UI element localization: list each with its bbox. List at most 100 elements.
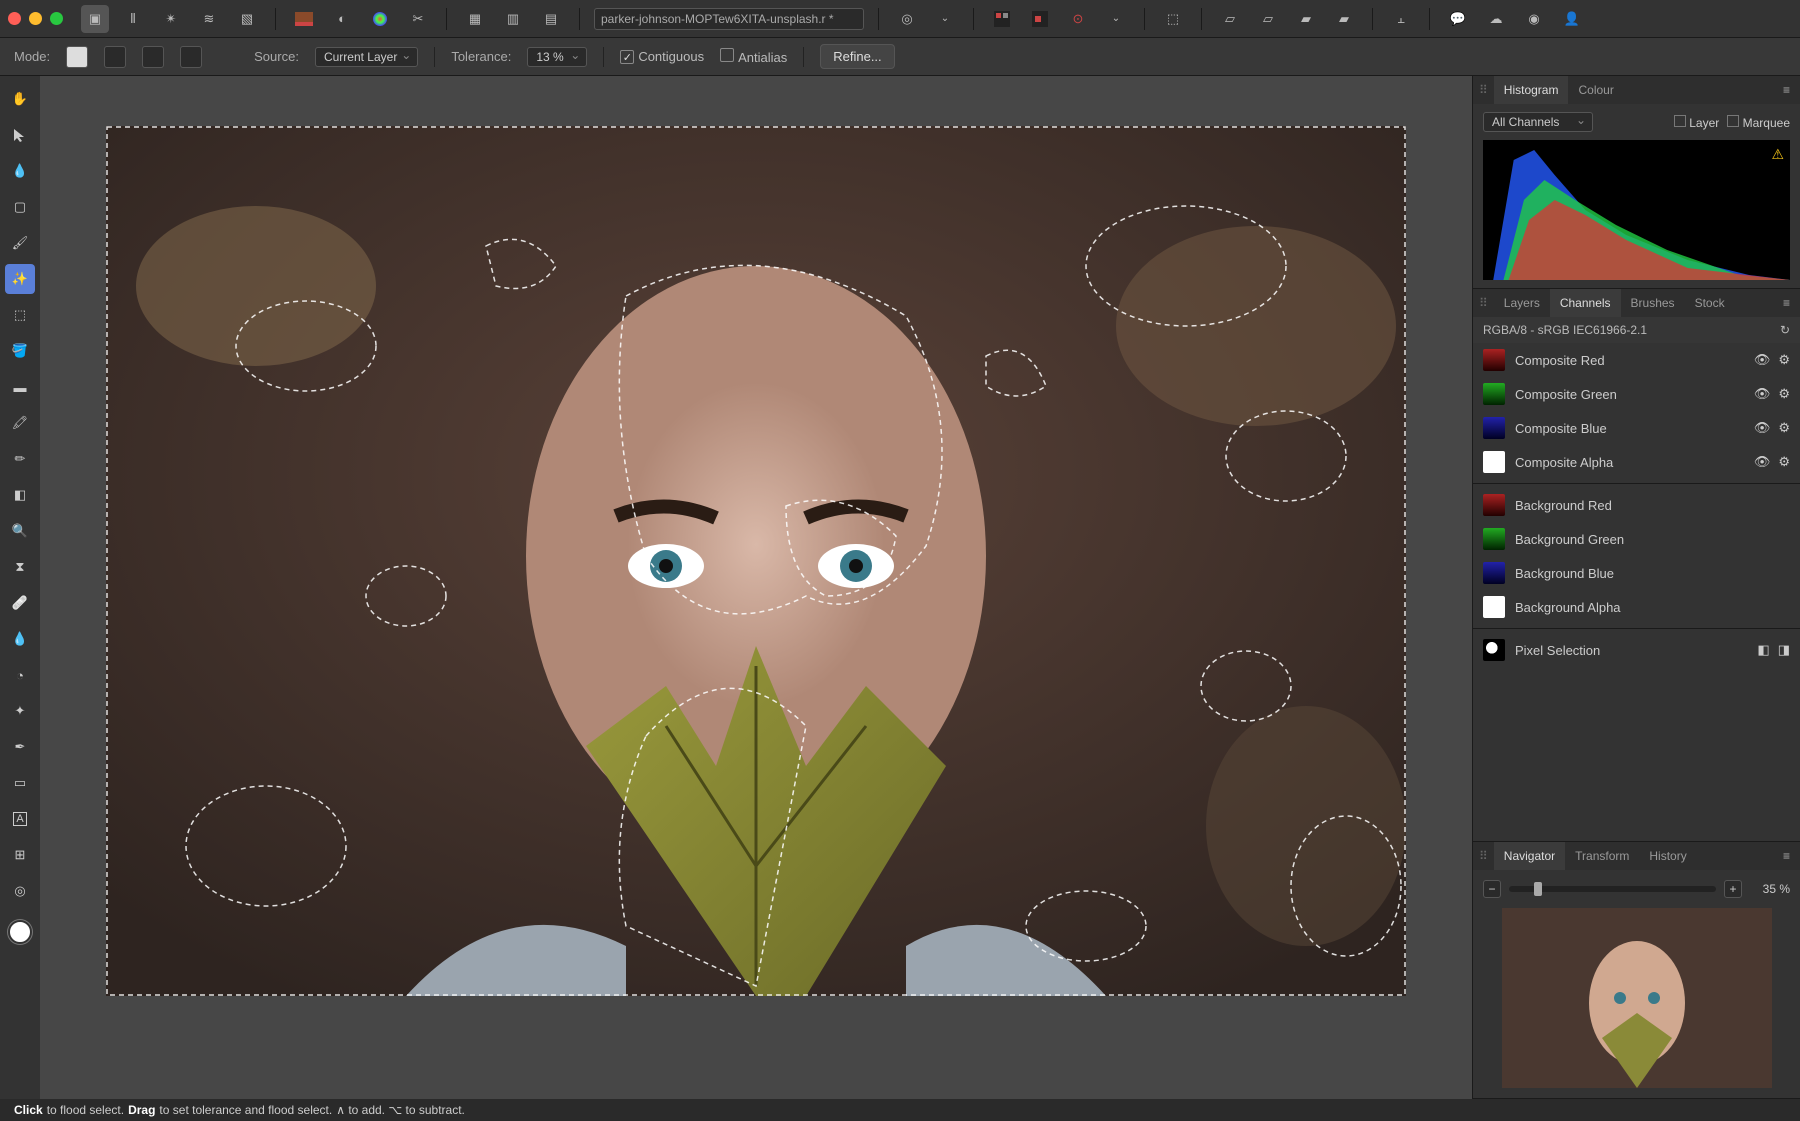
pixel-tool[interactable]: ✏ [5, 444, 35, 474]
channel-row[interactable]: Composite Blue👁⚙ [1473, 411, 1800, 445]
dropdown-icon[interactable]: ⌄ [931, 5, 959, 33]
panel-menu-icon[interactable]: ≡ [1779, 83, 1794, 97]
zoom-out-button[interactable]: − [1483, 880, 1501, 898]
assistant-icon[interactable]: ⬚ [1159, 5, 1187, 33]
edit-icon[interactable]: ⚙ [1778, 454, 1790, 470]
smudge-tool[interactable]: 💧 [5, 624, 35, 654]
mode-new-button[interactable] [66, 46, 88, 68]
tab-layers[interactable]: Layers [1494, 289, 1550, 317]
select-all-icon[interactable]: ▦ [461, 5, 489, 33]
canvas-viewport[interactable] [40, 76, 1472, 1099]
text-tool[interactable]: A [5, 804, 35, 834]
hand-tool[interactable]: ✋ [5, 84, 35, 114]
tab-navigator[interactable]: Navigator [1494, 842, 1565, 870]
document-filename[interactable]: parker-johnson-MOPTew6XITA-unsplash.r * [594, 8, 864, 30]
panel-drag-handle[interactable]: ⠿ [1479, 849, 1488, 863]
tolerance-input[interactable]: 13 % [527, 47, 587, 67]
color-swatch[interactable] [8, 920, 32, 944]
marquee-checkbox[interactable]: Marquee [1727, 115, 1790, 130]
marquee-tool[interactable]: ⬚ [5, 300, 35, 330]
crop-tool[interactable]: ▢ [5, 192, 35, 222]
view-tool[interactable]: ◎ [5, 876, 35, 906]
mesh-tool[interactable]: ⊞ [5, 840, 35, 870]
snapping-toggle-icon[interactable]: ⊙ [1064, 5, 1092, 33]
edit-icon[interactable]: ⚙ [1778, 386, 1790, 402]
channel-row[interactable]: Composite Green👁⚙ [1473, 377, 1800, 411]
color-picker-tool[interactable]: 💧 [5, 156, 35, 186]
rectangle-tool[interactable]: ▭ [5, 768, 35, 798]
tab-histogram[interactable]: Histogram [1494, 76, 1569, 104]
sync-icon[interactable]: ◉ [1520, 5, 1548, 33]
snap-icon[interactable] [1026, 5, 1054, 33]
edit-icon[interactable]: ⚙ [1778, 352, 1790, 368]
tab-channels[interactable]: Channels [1550, 289, 1621, 317]
document-canvas[interactable] [106, 126, 1406, 996]
visibility-icon[interactable]: 👁 [1754, 386, 1771, 402]
visibility-icon[interactable]: 👁 [1754, 420, 1771, 436]
channel-row[interactable]: Composite Alpha👁⚙ [1473, 445, 1800, 479]
selection-brush-tool[interactable]: 🖌 [5, 228, 35, 258]
panel-menu-icon[interactable]: ≡ [1779, 296, 1794, 310]
visibility-icon[interactable]: 👁 [1754, 454, 1771, 470]
panel-drag-handle[interactable]: ⠿ [1479, 83, 1488, 97]
tab-history[interactable]: History [1639, 842, 1696, 870]
zoom-tool[interactable]: 🔍 [5, 516, 35, 546]
crop-icon[interactable]: ✂ [404, 5, 432, 33]
close-window-button[interactable] [8, 12, 21, 25]
paint-brush-tool[interactable]: 🖍 [5, 408, 35, 438]
load-selection-icon[interactable]: ◨ [1778, 642, 1790, 658]
chat-icon[interactable]: 💬 [1444, 5, 1472, 33]
gradient-tool[interactable]: ▬ [5, 372, 35, 402]
zoom-in-button[interactable]: + [1724, 880, 1742, 898]
tab-stock[interactable]: Stock [1685, 289, 1735, 317]
move-tool[interactable] [5, 120, 35, 150]
dropdown2-icon[interactable]: ⌄ [1102, 5, 1130, 33]
account-icon[interactable]: 👤 [1558, 5, 1586, 33]
dodge-tool[interactable]: ◔ [5, 660, 35, 690]
source-select[interactable]: Current Layer [315, 47, 418, 67]
fullscreen-window-button[interactable] [50, 12, 63, 25]
arrange-front-icon[interactable]: ▰ [1330, 5, 1358, 33]
tab-colour[interactable]: Colour [1568, 76, 1623, 104]
panel-menu-icon[interactable]: ≡ [1779, 849, 1794, 863]
adjustment-icon[interactable]: ◐ [328, 5, 356, 33]
deselect-icon[interactable]: ▥ [499, 5, 527, 33]
histogram-channels-select[interactable]: All Channels [1483, 112, 1593, 132]
invert-sel-icon[interactable]: ▤ [537, 5, 565, 33]
align-icon[interactable]: ⫠ [1387, 5, 1415, 33]
mode-intersect-button[interactable] [180, 46, 202, 68]
flood-fill-tool[interactable]: 🪣 [5, 336, 35, 366]
arrange-forward-icon[interactable]: ▰ [1292, 5, 1320, 33]
zoom-slider[interactable] [1509, 886, 1716, 892]
erase-tool[interactable]: ◧ [5, 480, 35, 510]
save-selection-icon[interactable]: ◧ [1757, 642, 1769, 658]
antialias-checkbox[interactable]: Antialias [720, 48, 787, 65]
grid-toggle-icon[interactable] [988, 5, 1016, 33]
tab-brushes[interactable]: Brushes [1621, 289, 1685, 317]
reset-profile-icon[interactable]: ↻ [1780, 323, 1790, 337]
export-persona-icon[interactable]: ▧ [233, 5, 261, 33]
flood-select-tool[interactable]: ✨ [5, 264, 35, 294]
minimize-window-button[interactable] [29, 12, 42, 25]
inpaint-tool[interactable]: 🩹 [5, 588, 35, 618]
navigator-thumbnail[interactable] [1502, 908, 1772, 1088]
channel-row[interactable]: Background Green [1473, 522, 1800, 556]
channel-row[interactable]: Background Red [1473, 488, 1800, 522]
channel-row[interactable]: Background Blue [1473, 556, 1800, 590]
clone-tool[interactable]: ⧗ [5, 552, 35, 582]
clipping-warning-icon[interactable]: ⚠ [1771, 146, 1784, 163]
visibility-icon[interactable]: 👁 [1754, 352, 1771, 368]
pen-tool[interactable]: ✒ [5, 732, 35, 762]
tab-transform[interactable]: Transform [1565, 842, 1639, 870]
contiguous-checkbox[interactable]: Contiguous [620, 49, 704, 65]
mode-add-button[interactable] [104, 46, 126, 68]
liquify-persona-icon[interactable]: ⦀ [119, 5, 147, 33]
quick-mask-icon[interactable]: ◎ [893, 5, 921, 33]
arrange-back-icon[interactable]: ▱ [1216, 5, 1244, 33]
layer-checkbox[interactable]: Layer [1674, 115, 1719, 130]
photo-persona-icon[interactable]: ▣ [81, 5, 109, 33]
channel-row[interactable]: Background Alpha [1473, 590, 1800, 624]
burn-tool[interactable]: ✦ [5, 696, 35, 726]
photo-icon[interactable] [290, 5, 318, 33]
color-wheel-icon[interactable] [366, 5, 394, 33]
